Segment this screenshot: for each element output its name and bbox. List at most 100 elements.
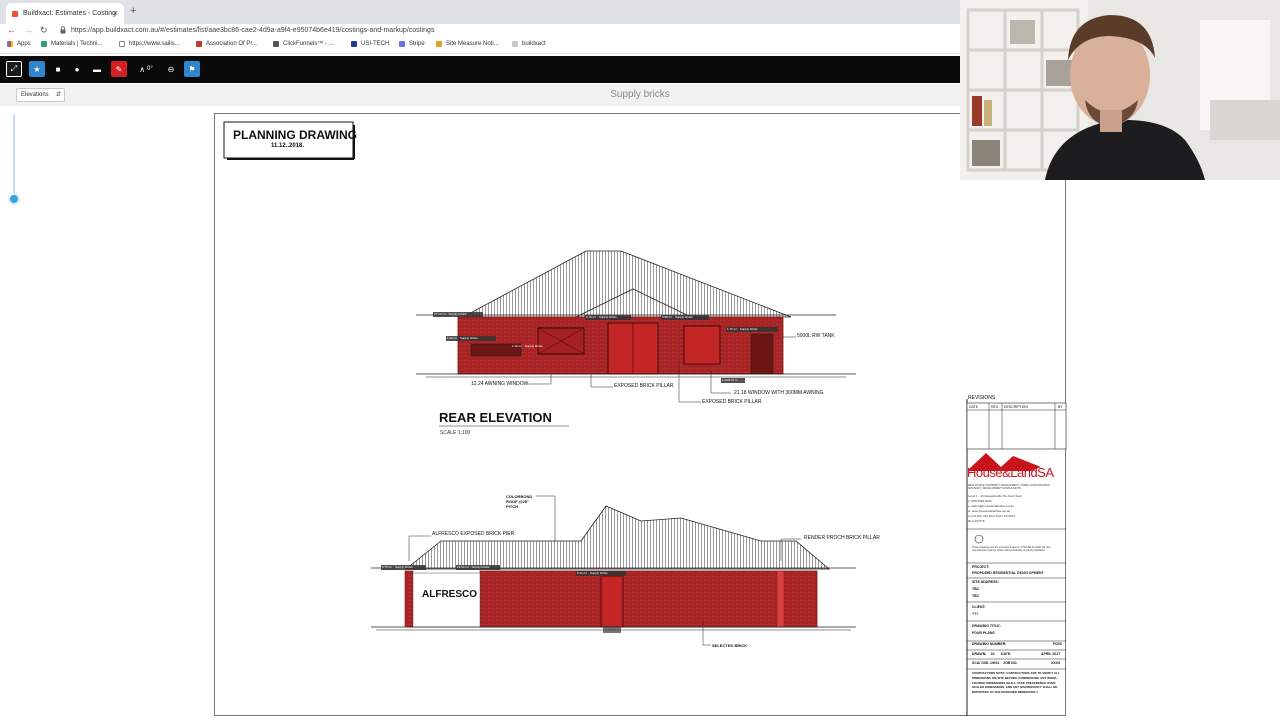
client-value: ??? xyxy=(972,612,979,616)
rev-col-by: BY xyxy=(1058,405,1063,409)
markup-label: 1.63 m² · Supply bricks xyxy=(447,336,478,340)
porch-pillar-label: RENDER PROCH BRICK PILLAR xyxy=(804,535,880,541)
lock-icon xyxy=(60,26,66,34)
alfresco-label: ALFRESCO xyxy=(422,589,477,600)
zoom-slider-track[interactable] xyxy=(13,115,15,200)
copyright-icon xyxy=(974,534,984,544)
star-icon: ★ xyxy=(33,64,41,74)
star-tool-button[interactable]: ★ xyxy=(29,61,45,77)
drawing-number-value: PD03 xyxy=(1053,642,1062,646)
side-elevation-house xyxy=(371,495,856,646)
site-value-1: TBC xyxy=(972,587,980,591)
square-icon: ■ xyxy=(55,64,61,74)
zoom-slider-handle[interactable] xyxy=(8,193,20,205)
job-label: JOB NO: xyxy=(1003,661,1018,665)
selected-brick-label: SELECTED BRICK xyxy=(712,643,748,648)
reload-icon[interactable]: ↻ xyxy=(40,24,48,36)
brick-pillar-label: EXPOSED BRICK PILLAR xyxy=(614,383,674,389)
tag-icon: ⚑ xyxy=(188,64,196,74)
drawing-number-label: DRAWING NUMBER: xyxy=(972,642,1007,646)
bookmark-clickfunnels[interactable]: ClickFunnels™ - ... xyxy=(273,41,334,47)
revisions-heading: REVISIONS xyxy=(968,395,996,401)
bookmark-apps[interactable]: Apps xyxy=(7,41,31,47)
page-title: Supply bricks xyxy=(610,89,670,100)
drawing-title-value: FOUR PLANS xyxy=(972,631,995,635)
dropdown-arrow-icon: ⇵ xyxy=(55,92,61,98)
company-logo-text: House&LandSA xyxy=(967,465,1054,480)
rev-col-rev: REV xyxy=(991,405,999,409)
bookmark-buildxact[interactable]: buildxact xyxy=(512,41,546,47)
company-address: Level 1 - 10 Dequetteville Tce Kent Town… xyxy=(968,494,1023,523)
angle-icon: ∧ xyxy=(139,64,146,74)
bookmark-association[interactable]: Association Of Pr... xyxy=(196,41,257,47)
minus-tool-button[interactable]: ⊖ xyxy=(163,61,179,77)
bookmark-usi-tech[interactable]: USI-TECH xyxy=(351,41,389,47)
tab-close-icon[interactable]: × xyxy=(113,8,118,18)
url-field[interactable]: https://app.buildxact.com.au/#/estimates… xyxy=(71,25,434,36)
project-value: PROPOSED RESIDENTIAL DEVELOPMENT xyxy=(972,571,1044,575)
markup-label: 1.34/4.57 m xyxy=(722,378,738,382)
alfresco-pier-label: ALFRESCO EXPOSED BRICK PIER xyxy=(432,531,515,537)
site-label: SITE ADDRESS: xyxy=(972,580,999,584)
bookmark-materials[interactable]: Materials | Techni... xyxy=(41,41,102,47)
new-tab-button[interactable]: + xyxy=(130,5,136,17)
page-icon xyxy=(119,41,125,47)
bookmark-site-measure[interactable]: Site Measure Noti... xyxy=(436,41,499,47)
select-tool-button[interactable]: ⤢ xyxy=(6,61,22,77)
bookmark-icon xyxy=(436,41,442,47)
cursor-icon: ⤢ xyxy=(10,64,18,73)
sheet-titleblock xyxy=(966,399,1067,716)
client-label: CLIENT: xyxy=(972,605,986,609)
elevation-drawing xyxy=(223,121,1067,716)
bookmark-sailis[interactable]: https://www.sailis... xyxy=(119,41,180,47)
circle-icon: ● xyxy=(74,64,80,74)
markup-label: 5.08 m² · Supply bricks xyxy=(662,315,693,319)
company-tagline: REAL ESTATE | PROPERTY MANAGEMENT | HOME… xyxy=(968,484,1050,490)
side-brick-wall xyxy=(479,570,818,628)
site-value-2: TBC xyxy=(972,594,980,598)
drawing-title-label: DRAWING TITLE: xyxy=(972,624,1001,628)
buildxact-favicon-icon xyxy=(12,10,18,17)
drawn-label: DRAWN: xyxy=(972,652,987,656)
elevations-select[interactable]: Elevations ⇵ xyxy=(16,88,65,102)
markup-label: 0.75 m² · Supply bricks xyxy=(382,565,413,569)
scale-label: SCA/ DI/D: xyxy=(972,661,990,665)
scale-value: 1/H01 xyxy=(990,661,1000,665)
color-picker-button[interactable]: ✎ xyxy=(111,61,127,77)
contractors-note: CONTRACTORS NOTE: CONTRACTORS ARE TO VER… xyxy=(972,671,1060,695)
rev-col-date: DATE xyxy=(969,405,979,409)
markup-label: 5.21 m² · Supply bricks xyxy=(577,571,608,575)
brick-pillar-label-2: EXPOSED BRICK PILLAR xyxy=(702,399,762,405)
markup-label: 22.54 m² · Supply bricks xyxy=(457,565,490,569)
angle-control[interactable]: ∧ 0° xyxy=(133,61,159,77)
browser-tab[interactable]: Buildxact: Estimates - Costing × xyxy=(6,3,124,24)
markup-label: 1.76 m² · Supply bricks xyxy=(727,327,758,331)
date-value: APRIL 2017 xyxy=(1041,652,1061,656)
roof-label: COLORBOND ROOF @25° PITCH xyxy=(506,494,533,509)
forward-arrow-icon[interactable]: → xyxy=(24,24,33,36)
job-value: XXXX xyxy=(1051,661,1061,665)
drawn-value: DI xyxy=(991,652,995,656)
markup-label: 27.13 m² · Supply bricks xyxy=(434,312,467,316)
planning-date: 11.12..2018. xyxy=(271,143,305,149)
angle-value: 0° xyxy=(147,66,153,72)
circle-tool-button[interactable]: ● xyxy=(69,61,85,77)
tab-title: Buildxact: Estimates - Costing xyxy=(23,10,116,17)
stripe-icon xyxy=(399,41,405,47)
bookmark-icon xyxy=(273,41,279,47)
planning-title: PLANNING DRAWING xyxy=(233,128,357,142)
webcam-overlay xyxy=(960,0,1280,180)
line-tool-button[interactable]: ▬ xyxy=(89,61,105,77)
bookmark-icon xyxy=(351,41,357,47)
copyright-notice: These drawings are the exclusive propert… xyxy=(972,546,1051,552)
tag-tool-button[interactable]: ⚑ xyxy=(184,61,200,77)
bookmark-stripe[interactable]: Stripe xyxy=(399,41,425,47)
rectangle-tool-button[interactable]: ■ xyxy=(50,61,66,77)
tank-label: 5000L RW TANK xyxy=(797,333,835,339)
back-arrow-icon[interactable]: ← xyxy=(7,24,16,36)
date-label: DATE: xyxy=(1001,652,1012,656)
bookmark-icon xyxy=(196,41,202,47)
drawing-canvas[interactable]: PLANNING DRAWING 11.12..2018. 5000L RW T… xyxy=(214,113,1067,716)
rear-elevation-heading: REAR ELEVATION xyxy=(439,410,552,425)
apps-grid-icon xyxy=(7,41,13,47)
